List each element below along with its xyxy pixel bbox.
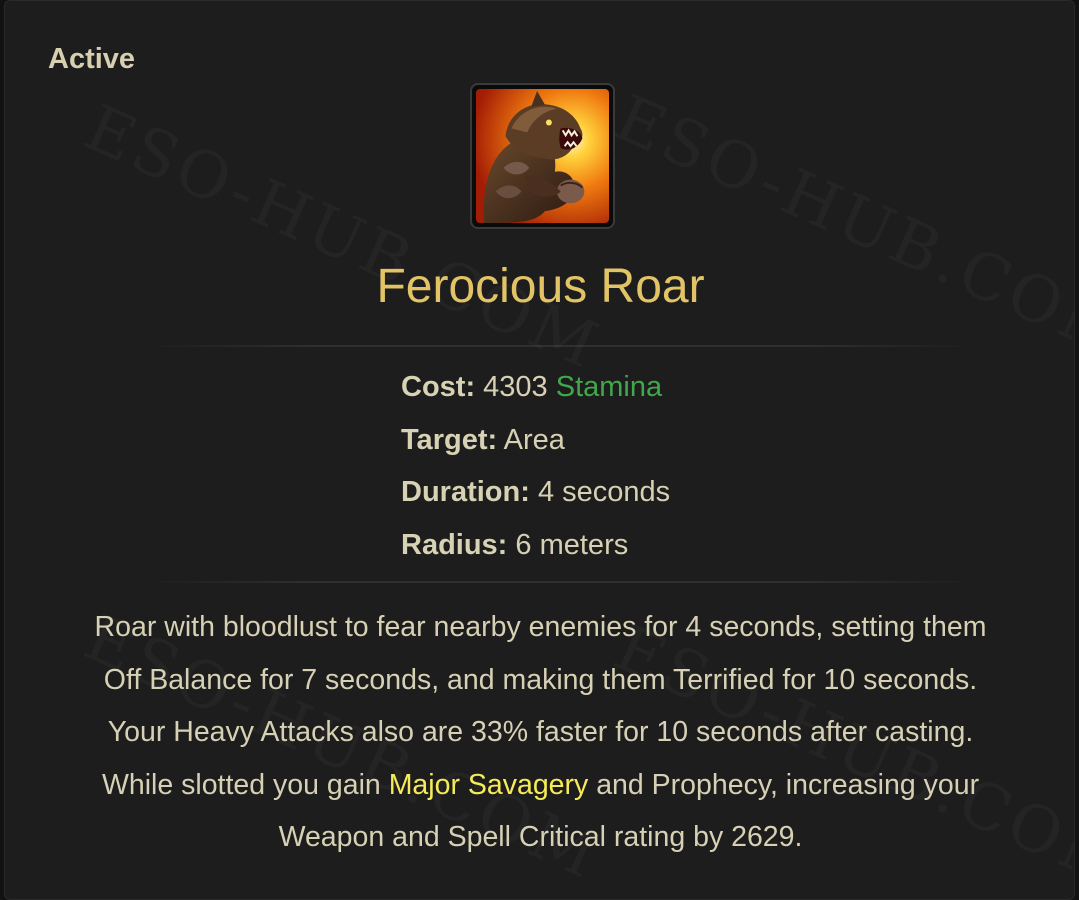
- description-line: While slotted you gain Major Savagery an…: [5, 759, 1074, 812]
- stat-value: 6 meters: [515, 528, 629, 561]
- werewolf-roar-icon: [476, 89, 609, 223]
- description-text: While slotted you gain: [101, 768, 389, 801]
- stat-key: Radius:: [401, 528, 508, 561]
- skill-icon-frame: [470, 83, 615, 229]
- stat-key: Cost:: [401, 371, 476, 403]
- stat-row-target: Target: Area: [401, 418, 670, 471]
- skill-type-label: Active: [48, 43, 136, 75]
- skill-stats: Cost: 4303 Stamina Target: Area Duration…: [401, 365, 670, 575]
- description-line: Weapon and Spell Critical rating by 2629…: [278, 821, 803, 853]
- skill-name: Ferocious Roar: [376, 260, 705, 313]
- stat-key: Target:: [401, 423, 498, 456]
- stat-row-duration: Duration: 4 seconds: [401, 470, 670, 523]
- stat-value: Area: [503, 423, 565, 456]
- stat-key: Duration:: [401, 476, 530, 508]
- description-line: Your Heavy Attacks also are 33% faster f…: [107, 716, 974, 748]
- skill-description: Roar with bloodlust to fear nearby enemi…: [5, 601, 1074, 864]
- description-text: and Prophecy, increasing your: [588, 768, 980, 801]
- stat-value: 4303: [483, 371, 548, 403]
- watermark: ESO-HUB.COM: [604, 81, 1074, 374]
- stat-value: 4 seconds: [537, 476, 671, 508]
- stat-row-cost: Cost: 4303 Stamina: [401, 365, 670, 418]
- major-savagery-link: Major Savagery: [388, 768, 589, 801]
- stat-row-radius: Radius: 6 meters: [401, 523, 670, 576]
- description-line: Off Balance for 7 seconds, and making th…: [103, 663, 978, 696]
- divider: [145, 345, 975, 347]
- description-line: Roar with bloodlust to fear nearby enemi…: [94, 611, 987, 643]
- skill-tooltip-card: ESO-HUB.COM ESO-HUB.COM ESO-HUB.COM ESO-…: [4, 0, 1075, 900]
- resource-type: Stamina: [555, 371, 663, 403]
- divider: [145, 581, 975, 583]
